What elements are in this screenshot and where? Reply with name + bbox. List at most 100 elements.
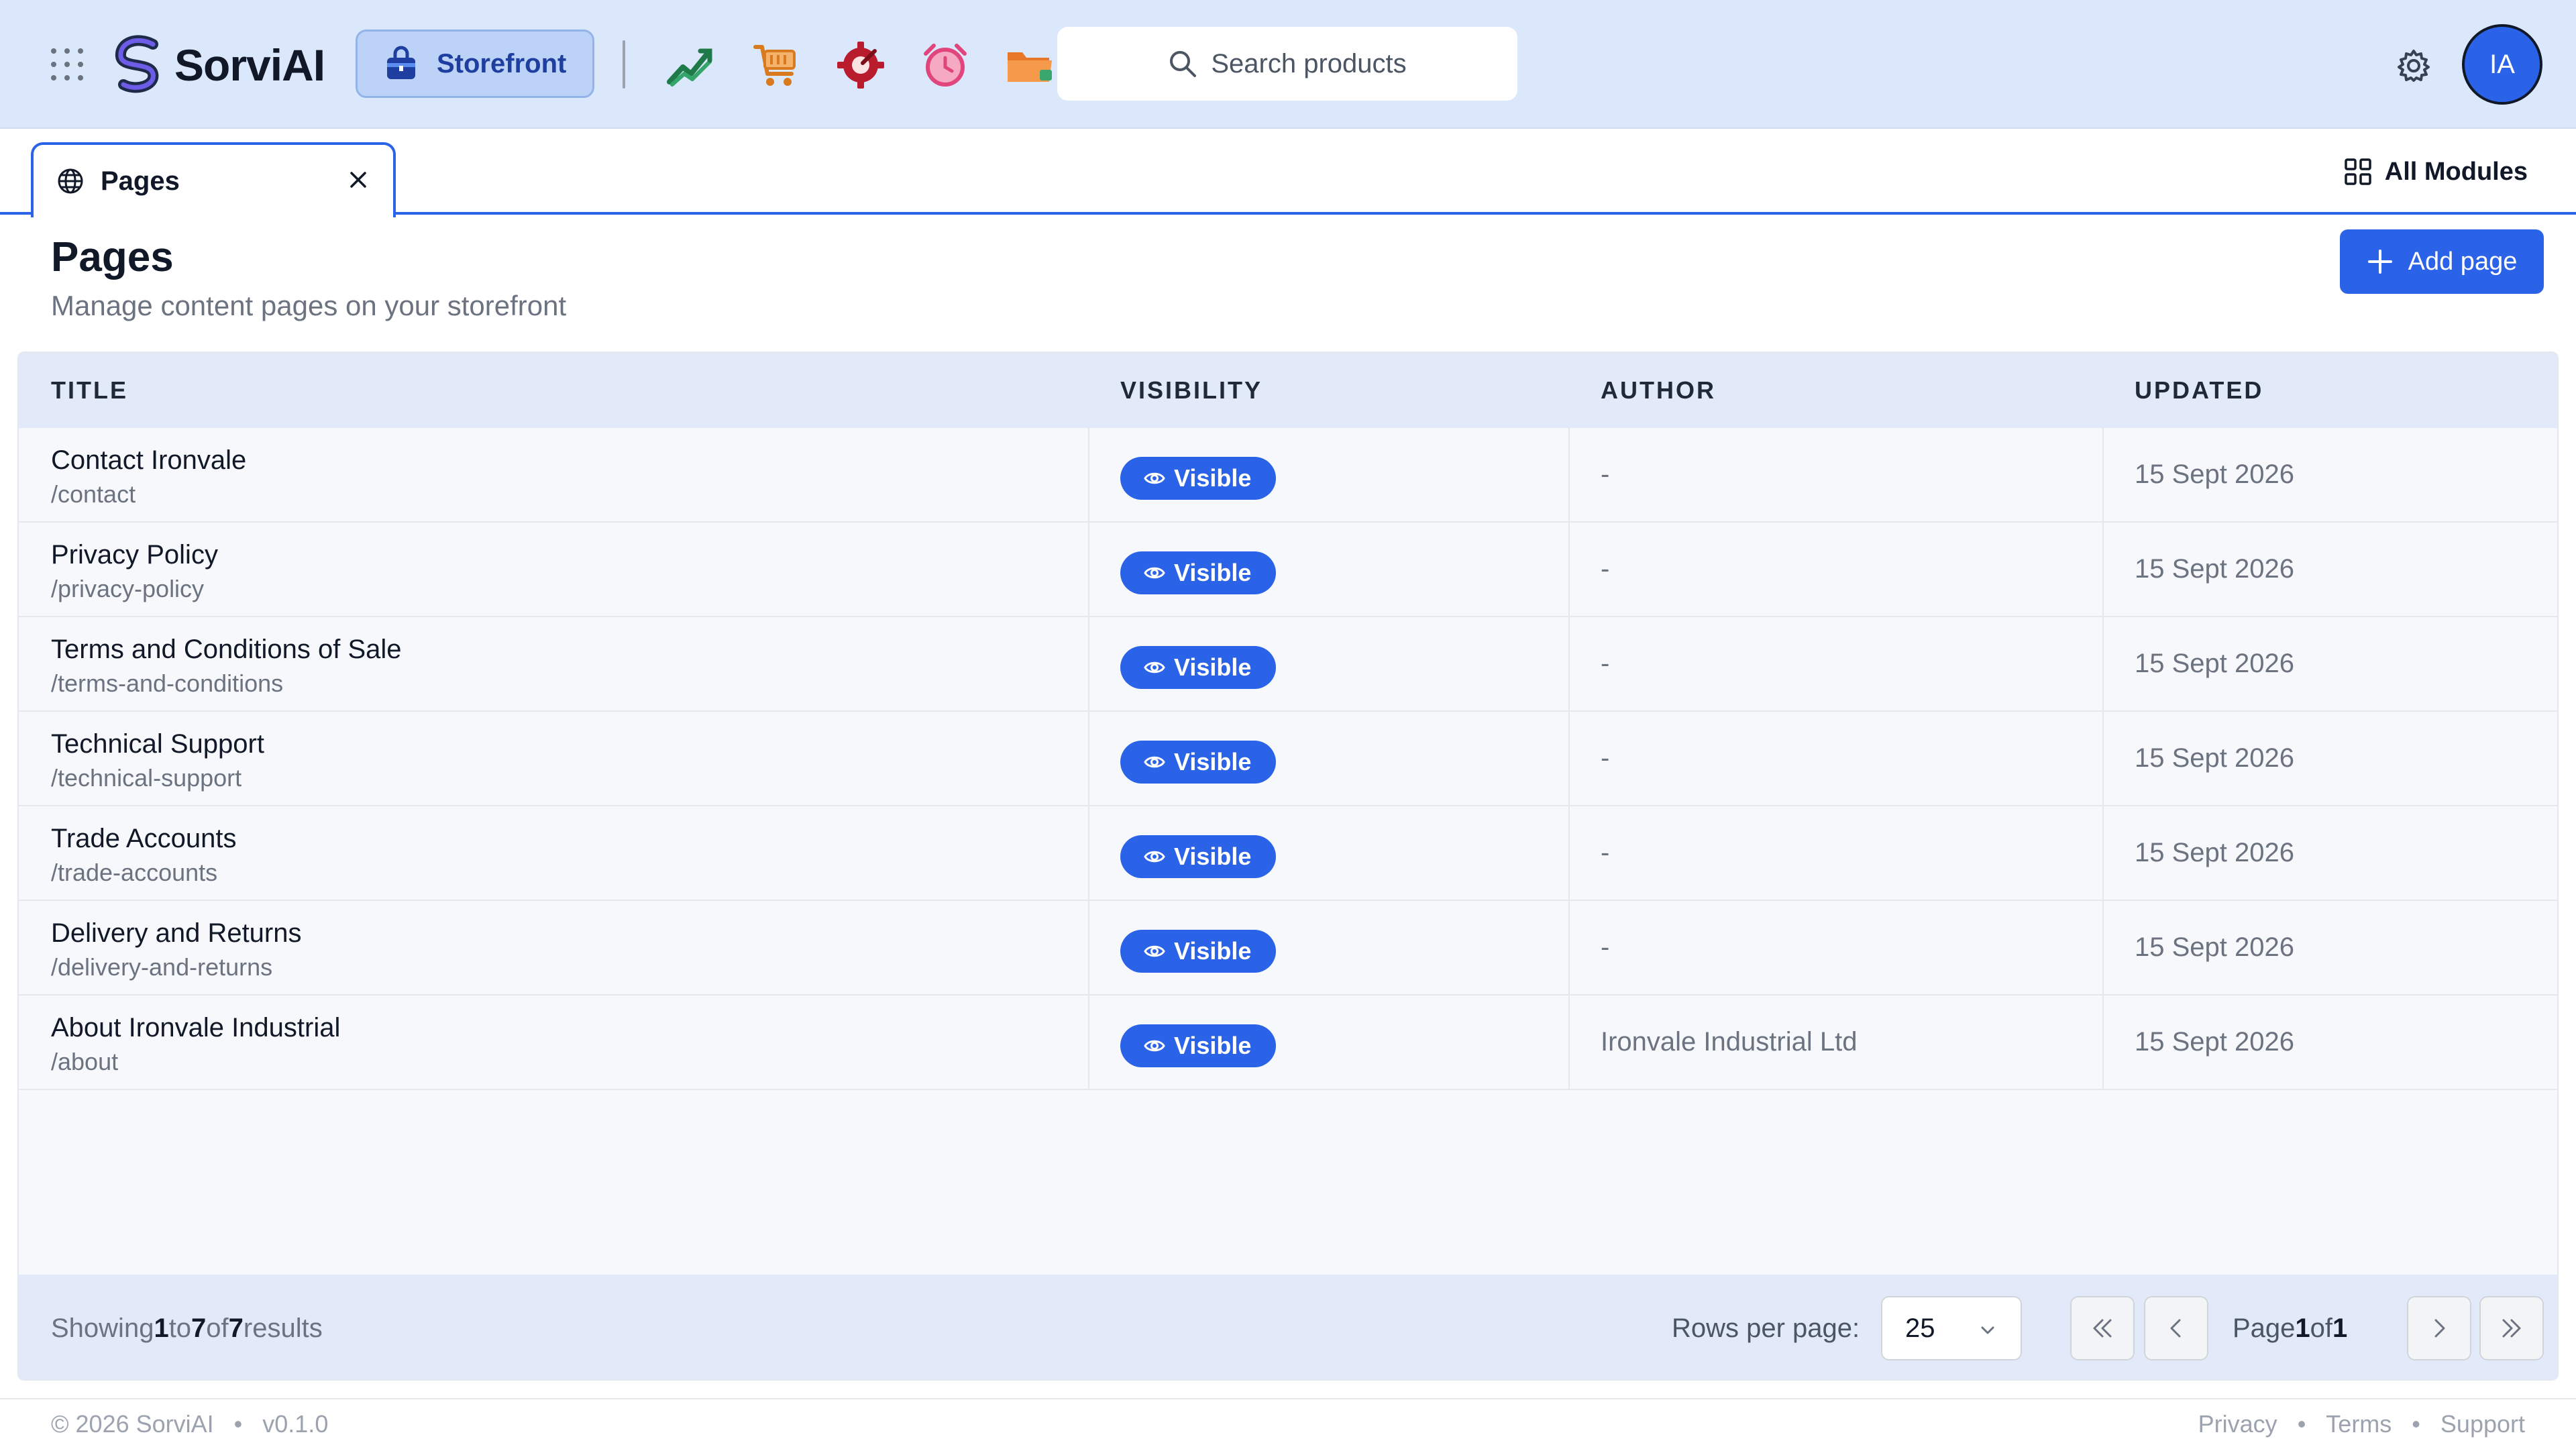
app-launcher-icon[interactable] <box>51 48 85 82</box>
add-page-button[interactable]: Add page <box>2340 229 2544 294</box>
settings-gear-icon[interactable] <box>2396 48 2431 83</box>
column-divider <box>1088 806 1089 900</box>
chevrons-left-icon <box>2093 1319 2112 1338</box>
visibility-badge[interactable]: Visible <box>1120 835 1276 878</box>
updated-cell: 15 Sept 2026 <box>2135 743 2294 773</box>
column-divider <box>1088 617 1089 710</box>
tab-label: Pages <box>101 166 180 196</box>
rows-per-page-select[interactable]: 25 <box>1881 1296 2022 1360</box>
page-indicator: Page 1 of 1 <box>2233 1313 2348 1343</box>
service-gear-icon[interactable] <box>836 40 885 90</box>
folder-icon[interactable] <box>1005 40 1055 90</box>
visibility-badge[interactable]: Visible <box>1120 1024 1276 1067</box>
page-title-cell[interactable]: Contact Ironvale <box>51 445 246 476</box>
chevron-right-icon <box>2434 1319 2445 1338</box>
storefront-bag-icon <box>387 46 415 79</box>
footer-separator: • <box>233 1410 243 1438</box>
pagination-bar: Showing 1 to 7 of 7 results Rows per pag… <box>19 1275 2557 1379</box>
author-cell: - <box>1601 649 1610 678</box>
table-row[interactable]: Trade Accounts/trade-accounts Visible - 15 … <box>19 806 2557 901</box>
visibility-label: Visible <box>1174 559 1252 586</box>
visibility-label: Visible <box>1174 1032 1252 1059</box>
column-divider <box>1568 996 1570 1089</box>
column-header-visibility[interactable]: VISIBILITY <box>1120 353 1263 428</box>
user-avatar[interactable]: IA <box>2462 24 2542 105</box>
column-header-title[interactable]: TITLE <box>51 353 128 428</box>
column-header-author[interactable]: AUTHOR <box>1601 353 1716 428</box>
globe-icon <box>58 168 83 194</box>
sorviai-logo-icon <box>115 35 159 93</box>
footer-link-privacy[interactable]: Privacy <box>2198 1410 2277 1438</box>
table-header: TITLE VISIBILITY AUTHOR UPDATED <box>19 353 2557 428</box>
sales-chart-icon[interactable] <box>665 40 715 90</box>
page-title-cell[interactable]: Privacy Policy <box>51 540 218 570</box>
column-divider <box>1088 523 1089 616</box>
previous-page-button[interactable] <box>2144 1296 2208 1360</box>
page-title-cell[interactable]: Terms and Conditions of Sale <box>51 635 402 665</box>
page-slug-cell: /trade-accounts <box>51 859 218 886</box>
page-slug-cell: /terms-and-conditions <box>51 669 284 697</box>
column-divider <box>1088 996 1089 1089</box>
eye-icon <box>1144 472 1165 484</box>
column-divider <box>2102 617 2104 710</box>
tab-pages[interactable]: Pages <box>31 142 396 217</box>
page-title-cell[interactable]: Delivery and Returns <box>51 918 302 949</box>
column-divider <box>1568 428 1570 521</box>
all-modules-button[interactable]: All Modules <box>2343 154 2528 189</box>
close-icon[interactable] <box>347 169 369 191</box>
grid-modules-icon <box>2345 158 2371 185</box>
pages-table: TITLE VISIBILITY AUTHOR UPDATED Contact … <box>17 352 2559 1381</box>
page-title-cell[interactable]: Technical Support <box>51 729 264 759</box>
page-slug-cell: /about <box>51 1048 119 1075</box>
search-input[interactable]: Search products <box>1057 27 1517 101</box>
eye-icon <box>1144 567 1165 579</box>
column-divider <box>1088 901 1089 994</box>
column-divider <box>1568 901 1570 994</box>
table-row[interactable]: Contact Ironvale/contact Visible - 15 Sept … <box>19 428 2557 523</box>
version-text: v0.1.0 <box>262 1410 329 1438</box>
shopping-cart-icon[interactable] <box>751 40 801 90</box>
footer-link-terms[interactable]: Terms <box>2326 1410 2392 1438</box>
chevron-down-icon <box>1981 1326 1994 1334</box>
page-slug-cell: /privacy-policy <box>51 575 205 602</box>
author-cell: - <box>1601 554 1610 584</box>
author-cell: - <box>1601 743 1610 773</box>
visibility-badge[interactable]: Visible <box>1120 551 1276 594</box>
footer-separator: • <box>2297 1410 2306 1438</box>
copyright-text: © 2026 SorviAI <box>51 1410 214 1438</box>
visibility-badge[interactable]: Visible <box>1120 930 1276 973</box>
plus-icon <box>2367 250 2392 274</box>
page-subtitle: Manage content pages on your storefront <box>51 290 567 321</box>
table-row[interactable]: About Ironvale Industrial/about Visible Ir… <box>19 996 2557 1090</box>
visibility-label: Visible <box>1174 843 1252 870</box>
page-title-cell[interactable]: Trade Accounts <box>51 824 236 854</box>
visibility-label: Visible <box>1174 748 1252 775</box>
results-summary: Showing 1 to 7 of 7 results <box>51 1313 323 1343</box>
visibility-badge[interactable]: Visible <box>1120 457 1276 500</box>
author-cell: - <box>1601 838 1610 867</box>
footer-link-support[interactable]: Support <box>2440 1410 2525 1438</box>
table-row[interactable]: Delivery and Returns/delivery-and-return… <box>19 901 2557 996</box>
last-page-button[interactable] <box>2479 1296 2544 1360</box>
visibility-label: Visible <box>1174 937 1252 965</box>
column-divider <box>1568 806 1570 900</box>
active-module-label: Storefront <box>437 48 567 78</box>
table-row[interactable]: Terms and Conditions of Sale/terms-and-c… <box>19 617 2557 712</box>
author-cell: Ironvale Industrial Ltd <box>1601 1027 1858 1057</box>
visibility-badge[interactable]: Visible <box>1120 646 1276 689</box>
module-switcher-storefront[interactable]: Storefront <box>356 30 594 98</box>
alarm-clock-icon[interactable] <box>920 40 970 90</box>
top-navigation-bar: SorviAI Storefront Search products IA <box>0 0 2576 129</box>
column-divider <box>2102 806 2104 900</box>
next-page-button[interactable] <box>2407 1296 2471 1360</box>
updated-cell: 15 Sept 2026 <box>2135 554 2294 584</box>
column-header-updated[interactable]: UPDATED <box>2135 353 2263 428</box>
page-slug-cell: /contact <box>51 480 136 508</box>
table-row[interactable]: Privacy Policy/privacy-policy Visible - 15 … <box>19 523 2557 617</box>
visibility-badge[interactable]: Visible <box>1120 741 1276 784</box>
updated-cell: 15 Sept 2026 <box>2135 932 2294 962</box>
brand-logo[interactable]: SorviAI <box>111 34 325 97</box>
first-page-button[interactable] <box>2070 1296 2135 1360</box>
page-title-cell[interactable]: About Ironvale Industrial <box>51 1013 340 1043</box>
table-row[interactable]: Technical Support/technical-support Visib… <box>19 712 2557 806</box>
